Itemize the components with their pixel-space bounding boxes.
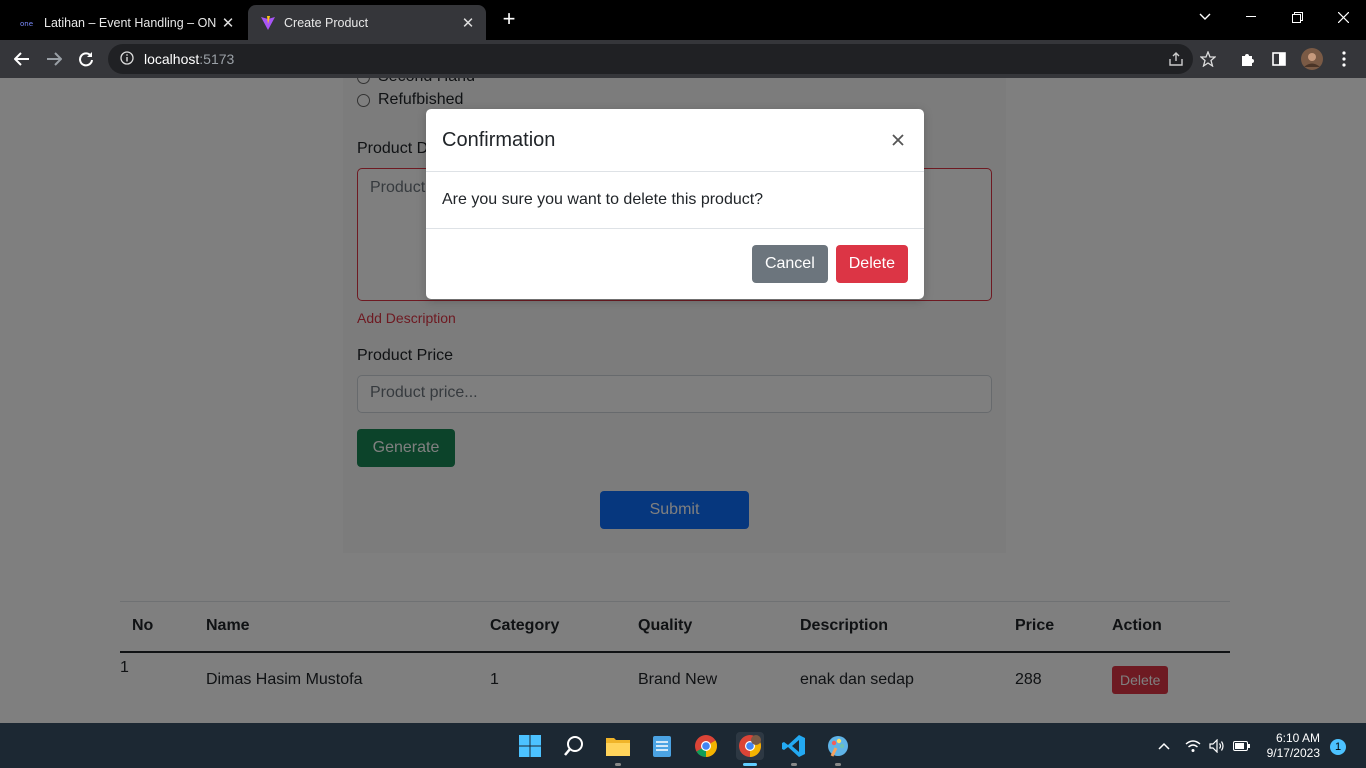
notepad-icon[interactable] <box>648 732 676 760</box>
search-icon[interactable] <box>560 732 588 760</box>
app-running-indicator <box>835 763 841 766</box>
minimize-button[interactable] <box>1228 0 1274 34</box>
tab-create-product[interactable]: Create Product ✕ <box>248 5 486 40</box>
system-clock[interactable]: 6:10 AM 9/17/2023 <box>1262 731 1320 761</box>
wifi-icon[interactable] <box>1185 723 1201 768</box>
new-tab-button[interactable]: + <box>497 8 521 32</box>
page-content: Second Hand Refufbished Product Descript… <box>0 78 1366 723</box>
clock-time: 6:10 AM <box>1275 731 1320 745</box>
url-port: :5173 <box>199 51 235 67</box>
windows-taskbar: 6:10 AM 9/17/2023 <box>0 723 1366 768</box>
close-tab-icon[interactable]: ✕ <box>456 14 480 32</box>
app-running-indicator <box>791 763 797 766</box>
app-running-indicator <box>743 763 757 766</box>
clock-date: 9/17/2023 <box>1266 746 1320 760</box>
confirmation-modal: Confirmation Are you sure you want to de… <box>426 109 924 299</box>
profile-avatar[interactable] <box>1300 47 1324 71</box>
volume-icon[interactable] <box>1209 723 1225 768</box>
tab-latihan[interactable]: one Latihan – Event Handling – ONE I ✕ <box>8 5 246 40</box>
cancel-button[interactable]: Cancel <box>751 245 828 283</box>
vscode-icon[interactable] <box>780 732 808 766</box>
bookmark-star-icon[interactable] <box>1196 47 1220 71</box>
tab-title: Create Product <box>284 15 369 30</box>
modal-body: Are you sure you want to delete this pro… <box>426 172 924 229</box>
site-info-icon[interactable] <box>120 50 134 68</box>
restore-button[interactable] <box>1274 0 1320 34</box>
notification-badge[interactable]: 1 <box>1330 739 1346 755</box>
vite-logo-icon <box>260 15 276 31</box>
chrome-profile-icon[interactable] <box>736 732 764 766</box>
reload-icon[interactable] <box>74 47 98 71</box>
url-host: localhost <box>144 51 200 67</box>
forward-icon[interactable] <box>42 47 66 71</box>
close-icon[interactable] <box>888 130 908 150</box>
paint-icon[interactable] <box>824 732 852 766</box>
app-running-indicator <box>615 763 621 766</box>
chrome-menu-icon[interactable] <box>1332 47 1356 71</box>
modal-footer: Cancel Delete <box>426 229 924 299</box>
delete-button[interactable]: Delete <box>835 245 908 283</box>
close-window-button[interactable] <box>1320 0 1366 34</box>
tab-title: Latihan – Event Handling – ONE I <box>44 15 216 30</box>
modal-title: Confirmation <box>442 128 556 151</box>
close-tab-icon[interactable]: ✕ <box>216 14 240 32</box>
tab-search-icon[interactable] <box>1182 0 1228 34</box>
windows-start-icon[interactable] <box>516 732 544 760</box>
one-logo-icon: one <box>20 15 36 31</box>
modal-header: Confirmation <box>426 109 924 172</box>
svg-text:one: one <box>20 20 33 28</box>
side-panel-icon[interactable] <box>1267 47 1291 71</box>
browser-tab-bar: one Latihan – Event Handling – ONE I ✕ C… <box>0 0 1366 40</box>
share-icon[interactable] <box>1164 47 1188 71</box>
back-icon[interactable] <box>10 47 34 71</box>
chrome-icon[interactable] <box>692 732 720 760</box>
browser-toolbar: localhost:5173 <box>0 40 1366 78</box>
address-bar[interactable]: localhost:5173 <box>108 44 1193 74</box>
show-hidden-icons-chevron-icon[interactable] <box>1158 723 1170 768</box>
battery-icon[interactable] <box>1233 723 1251 768</box>
extensions-puzzle-icon[interactable] <box>1236 47 1260 71</box>
file-explorer-icon[interactable] <box>604 732 632 766</box>
